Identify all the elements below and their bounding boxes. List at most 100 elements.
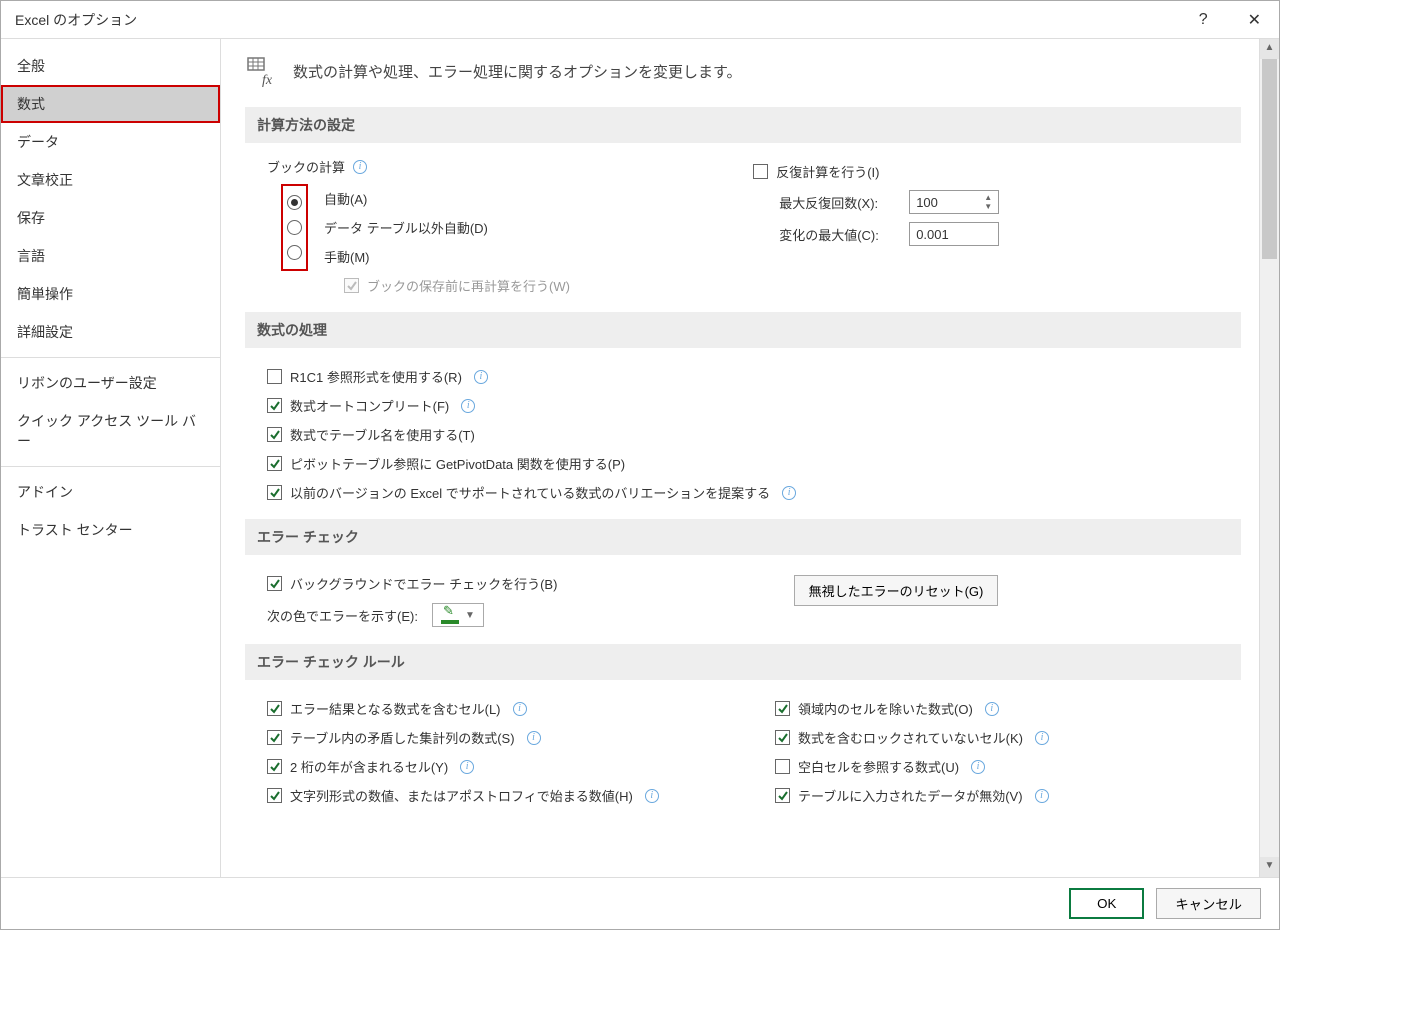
error-rule-checkbox[interactable]: 数式を含むロックされていないセル(K) i (775, 723, 1233, 752)
content-pane: fx 数式の計算や処理、エラー処理に関するオプションを変更します。 計算方法の設… (221, 39, 1259, 877)
check-recalc-before-save: ブックの保存前に再計算を行う(W) (308, 271, 570, 300)
error-rule-checkbox[interactable]: エラー結果となる数式を含むセル(L) i (267, 694, 725, 723)
checkbox-label: 領域内のセルを除いた数式(O) (798, 699, 973, 718)
checkbox-label: テーブルに入力されたデータが無効(V) (798, 786, 1023, 805)
checkbox-label: 空白セルを参照する数式(U) (798, 757, 959, 776)
content-area: fx 数式の計算や処理、エラー処理に関するオプションを変更します。 計算方法の設… (221, 39, 1279, 877)
color-swatch-icon (441, 607, 459, 623)
info-icon[interactable]: i (461, 399, 475, 413)
checkbox-icon (267, 456, 282, 471)
checkbox-icon (267, 576, 282, 591)
check-table-names[interactable]: 数式でテーブル名を使用する(T) (267, 420, 1233, 449)
checkbox-icon (344, 278, 359, 293)
error-rule-checkbox[interactable]: 2 桁の年が含まれるセル(Y) i (267, 752, 725, 781)
checkbox-icon (267, 730, 282, 745)
info-icon[interactable]: i (1035, 731, 1049, 745)
error-rule-checkbox[interactable]: 文字列形式の数値、またはアポストロフィで始まる数値(H) i (267, 781, 725, 810)
sidebar-item[interactable]: アドイン (1, 473, 220, 511)
page-header: fx 数式の計算や処理、エラー処理に関するオプションを変更します。 (245, 53, 1241, 89)
radio-icon (287, 220, 302, 235)
info-icon[interactable]: i (527, 731, 541, 745)
sidebar-item[interactable]: 詳細設定 (1, 313, 220, 351)
checkbox-icon (267, 485, 282, 500)
info-icon[interactable]: i (513, 702, 527, 716)
scroll-up-arrow-icon[interactable]: ▲ (1260, 39, 1279, 59)
error-rule-checkbox[interactable]: テーブル内の矛盾した集計列の数式(S) i (267, 723, 725, 752)
category-sidebar: 全般数式データ文章校正保存言語簡単操作詳細設定 リボンのユーザー設定クイック ア… (1, 39, 221, 877)
info-icon[interactable]: i (460, 760, 474, 774)
sidebar-item[interactable]: 保存 (1, 199, 220, 237)
checkbox-icon (775, 788, 790, 803)
vertical-scrollbar[interactable]: ▲ ▼ (1259, 39, 1279, 877)
sidebar-item[interactable]: 言語 (1, 237, 220, 275)
nav-separator (1, 466, 220, 467)
close-button[interactable]: ✕ (1240, 6, 1269, 34)
error-color-picker[interactable]: ▼ (432, 603, 484, 627)
scroll-thumb[interactable] (1262, 59, 1277, 259)
check-r1c1[interactable]: R1C1 参照形式を使用する(R) i (267, 362, 1233, 391)
radio-auto-except[interactable] (285, 215, 304, 240)
radio-label[interactable]: データ テーブル以外自動(D) (324, 218, 488, 237)
radio-icon (287, 195, 302, 210)
check-autocomplete[interactable]: 数式オートコンプリート(F) i (267, 391, 1233, 420)
dialog-title: Excel のオプション (15, 10, 137, 30)
options-dialog: Excel のオプション ? ✕ 全般数式データ文章校正保存言語簡単操作詳細設定… (0, 0, 1280, 930)
max-change-input[interactable]: 0.001 (909, 222, 999, 246)
sidebar-item[interactable]: リボンのユーザー設定 (1, 364, 220, 402)
field-max-iterations: 最大反復回数(X): 100 ▲▼ (753, 186, 1233, 218)
checkbox-label: テーブル内の矛盾した集計列の数式(S) (290, 728, 515, 747)
titlebar: Excel のオプション ? ✕ (1, 1, 1279, 39)
ok-button[interactable]: OK (1069, 888, 1144, 919)
info-icon[interactable]: i (645, 789, 659, 803)
scroll-track[interactable] (1260, 59, 1279, 857)
radio-icon (287, 245, 302, 260)
checkbox-icon (267, 427, 282, 442)
help-button[interactable]: ? (1191, 7, 1216, 33)
sidebar-item[interactable]: トラスト センター (1, 511, 220, 549)
checkbox-icon (267, 701, 282, 716)
radio-auto[interactable] (285, 190, 304, 215)
checkbox-label: 2 桁の年が含まれるセル(Y) (290, 757, 448, 776)
sidebar-item[interactable]: 文章校正 (1, 161, 220, 199)
sidebar-item[interactable]: データ (1, 123, 220, 161)
radio-manual[interactable] (285, 240, 304, 265)
checkbox-icon (775, 701, 790, 716)
error-rule-checkbox[interactable]: 領域内のセルを除いた数式(O) i (775, 694, 1233, 723)
workbook-calc-label: ブックの計算 i (267, 157, 703, 176)
info-icon[interactable]: i (985, 702, 999, 716)
checkbox-icon (267, 398, 282, 413)
check-iterative[interactable]: 反復計算を行う(I) (753, 157, 1233, 186)
checkbox-icon (267, 369, 282, 384)
sidebar-item[interactable]: 簡単操作 (1, 275, 220, 313)
info-icon[interactable]: i (353, 160, 367, 174)
checkbox-label: エラー結果となる数式を含むセル(L) (290, 699, 501, 718)
check-getpivotdata[interactable]: ピボットテーブル参照に GetPivotData 関数を使用する(P) (267, 449, 1233, 478)
info-icon[interactable]: i (971, 760, 985, 774)
spinner-arrows-icon[interactable]: ▲▼ (984, 194, 992, 211)
reset-ignored-errors-button[interactable]: 無視したエラーのリセット(G) (794, 575, 999, 606)
sidebar-item[interactable]: クイック アクセス ツール バー (1, 402, 220, 460)
dialog-footer: OK キャンセル (1, 877, 1279, 929)
check-legacy-formulas[interactable]: 以前のバージョンの Excel でサポートされている数式のバリエーションを提案す… (267, 478, 1233, 507)
chevron-down-icon: ▼ (465, 610, 475, 621)
checkbox-label: 数式を含むロックされていないセル(K) (798, 728, 1023, 747)
info-icon[interactable]: i (474, 370, 488, 384)
error-rule-checkbox[interactable]: テーブルに入力されたデータが無効(V) i (775, 781, 1233, 810)
radio-label[interactable]: 手動(M) (324, 247, 370, 266)
sidebar-item[interactable]: 全般 (1, 47, 220, 85)
title-buttons: ? ✕ (1191, 6, 1269, 34)
error-rule-checkbox[interactable]: 空白セルを参照する数式(U) i (775, 752, 1233, 781)
cancel-button[interactable]: キャンセル (1156, 888, 1261, 919)
sidebar-item[interactable]: 数式 (1, 85, 220, 123)
check-bg-errorcheck[interactable]: バックグラウンドでエラー チェックを行う(B) (267, 569, 754, 598)
info-icon[interactable]: i (1035, 789, 1049, 803)
section-calc-title: 計算方法の設定 (245, 107, 1241, 143)
checkbox-icon (267, 788, 282, 803)
info-icon[interactable]: i (782, 486, 796, 500)
svg-text:fx: fx (262, 73, 273, 88)
scroll-down-arrow-icon[interactable]: ▼ (1260, 857, 1279, 877)
radio-label[interactable]: 自動(A) (324, 189, 367, 208)
max-iter-input[interactable]: 100 ▲▼ (909, 190, 999, 214)
checkbox-label: 文字列形式の数値、またはアポストロフィで始まる数値(H) (290, 786, 633, 805)
section-errcheck-title: エラー チェック (245, 519, 1241, 555)
